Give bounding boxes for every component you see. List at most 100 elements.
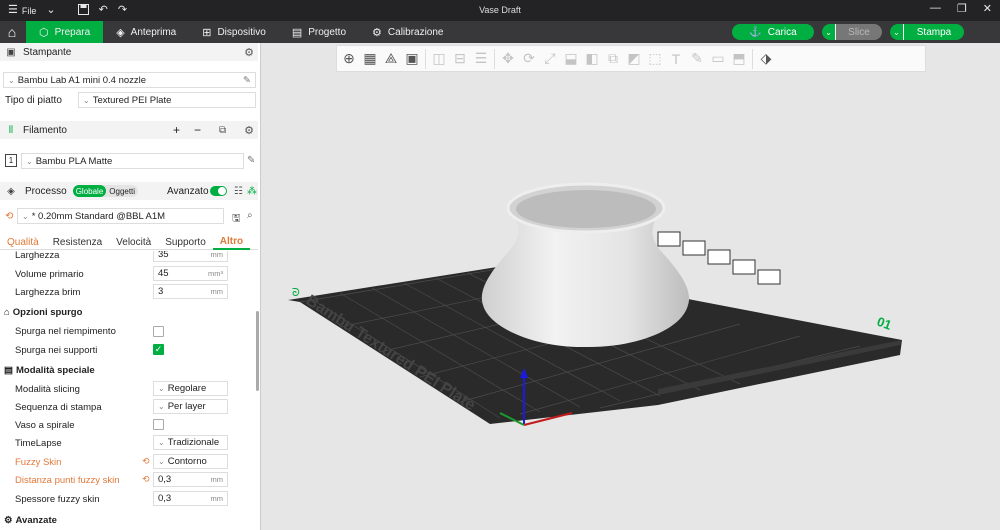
purge-support-checkbox[interactable]: ✓ [153, 344, 164, 355]
add-object-icon[interactable]: ⊕ [339, 49, 359, 69]
printer-settings-gear-icon[interactable]: ⚙ [244, 46, 254, 59]
filament-select[interactable]: ⌄ Bambu PLA Matte [21, 153, 244, 169]
plate-type-label: Tipo di piatto [5, 95, 62, 106]
spiral-vase-checkbox[interactable] [153, 419, 164, 430]
printer-section-label: Stampante [23, 46, 72, 58]
advanced-toggle[interactable] [210, 186, 227, 196]
split-parts-icon[interactable]: ⊟ [450, 49, 470, 69]
tab-qualita[interactable]: Qualità [0, 234, 46, 250]
purge-infill-checkbox[interactable] [153, 326, 164, 337]
fuzzy-thickness-input[interactable]: 0,3 mm [153, 491, 228, 506]
process-preset-select[interactable]: ⌄ * 0.20mm Standard @BBL A1M [17, 208, 224, 224]
setting-label: Fuzzy Skin [15, 457, 62, 468]
scene-svg: Bambu Textured PEI Plate 01 ᘐ [288, 182, 902, 426]
purge-group-label: Opzioni spurgo [12, 307, 83, 318]
toolbar-divider [425, 48, 426, 69]
print-sequence-select[interactable]: ⌄ Per layer [153, 399, 228, 414]
tab-altro[interactable]: Altro [212, 234, 251, 250]
measure-icon[interactable]: ▭ [708, 49, 728, 69]
edit-filament-icon[interactable]: ✎ [247, 155, 255, 166]
slicing-mode-select[interactable]: ⌄ Regolare [153, 381, 228, 396]
lay-on-face-icon[interactable]: ⬓ [561, 49, 581, 69]
add-filament-icon[interactable]: + [173, 123, 180, 137]
boolean-icon[interactable]: ⧉ [603, 49, 623, 69]
chevron-down-icon: ⌄ [158, 457, 165, 466]
assembly-icon[interactable]: ⬒ [729, 49, 749, 69]
tab-resistenza[interactable]: Resistenza [46, 234, 109, 250]
color-paint-icon[interactable]: ✎ [687, 49, 707, 69]
rotate-icon[interactable]: ⟳ [519, 49, 539, 69]
process-compare-icon[interactable]: ⁂ [247, 186, 257, 197]
process-list-icon[interactable]: ☷ [234, 186, 243, 197]
plate-tool-button[interactable] [657, 231, 681, 247]
save-preset-icon[interactable]: 🖫 [232, 211, 241, 228]
toolbar-divider [752, 48, 753, 69]
move-icon[interactable]: ✥ [498, 49, 518, 69]
larghezza-input[interactable]: 35 mm [153, 251, 228, 262]
filament-settings-gear-icon[interactable]: ⚙ [244, 124, 254, 137]
home-icon[interactable]: ⌂ [0, 21, 24, 43]
tab-supporto[interactable]: Supporto [158, 234, 213, 250]
project-icon: ▤ [291, 26, 303, 39]
device-icon: ⊞ [202, 26, 212, 39]
search-icon[interactable]: ⌕ [247, 210, 253, 221]
tab-progetto[interactable]: ▤ Progetto [279, 21, 359, 43]
split-objects-icon[interactable]: ◫ [429, 49, 449, 69]
load-button[interactable]: ⚓ Carica [732, 24, 814, 40]
view-mode-icon[interactable]: ⬗ [756, 49, 776, 69]
layers-editing-icon[interactable]: ☰ [471, 49, 491, 69]
toggle-objects[interactable]: Oggetti [106, 185, 138, 197]
text-icon[interactable]: T [666, 49, 686, 69]
anchor-icon: ⚓ [749, 26, 762, 38]
tab-label: Calibrazione [387, 26, 444, 38]
plate-tool-button[interactable] [682, 240, 706, 256]
brim-input[interactable]: 3 mm [153, 284, 228, 299]
close-icon[interactable]: ✕ [983, 2, 992, 15]
arrange-icon[interactable]: ▣ [402, 49, 422, 69]
minimize-icon[interactable]: — [930, 2, 941, 15]
special-group-label: Modalità speciale [15, 365, 95, 376]
setting-label: Distanza punti fuzzy skin [15, 475, 120, 486]
seam-paint-icon[interactable]: ⬚ [645, 49, 665, 69]
tab-velocita[interactable]: Velocità [109, 234, 158, 250]
fuzzy-distance-input[interactable]: 0,3 mm [153, 472, 228, 487]
filament-sync-icon[interactable]: ⧉ [219, 125, 226, 136]
reset-icon[interactable]: ⟲ [142, 474, 150, 485]
slice-button[interactable]: Slice [836, 24, 882, 40]
plate-tool-button[interactable] [757, 269, 781, 285]
edit-icon[interactable]: ✎ [243, 75, 251, 86]
add-plate-icon[interactable]: ▦ [360, 49, 380, 69]
reset-icon[interactable]: ⟲ [142, 456, 150, 467]
tab-prepara[interactable]: ⬡ Prepara [26, 21, 104, 43]
process-section-header: ◈ Processo Globale Oggetti Avanzato ☷ ⁂ [0, 182, 258, 200]
process-scope-toggle[interactable]: Globale Oggetti [72, 185, 139, 197]
auto-orient-icon[interactable]: ⟁ [381, 49, 401, 69]
printer-select[interactable]: ⌄ Bambu Lab A1 mini 0.4 nozzle ✎ [3, 72, 256, 88]
scale-icon[interactable]: ⤢ [540, 49, 560, 69]
tab-anteprima[interactable]: ◈ Anteprima [103, 21, 189, 43]
print-button[interactable]: Stampa [904, 24, 964, 40]
toggle-global[interactable]: Globale [72, 185, 107, 197]
restore-icon[interactable]: ❐ [957, 2, 967, 15]
checkmark-icon: ✓ [154, 344, 163, 354]
advanced-group-label: Avanzate [15, 515, 57, 526]
tab-dispositivo[interactable]: ⊞ Dispositivo [189, 21, 279, 43]
fuzzy-skin-select[interactable]: ⌄ Contorno [153, 454, 228, 469]
chevron-down-icon: ⌄ [22, 211, 29, 221]
cut-icon[interactable]: ◧ [582, 49, 602, 69]
print-dropdown-chevron-icon[interactable]: ⌄ [890, 24, 904, 40]
slice-dropdown-chevron-icon[interactable]: ⌄ [822, 24, 836, 40]
tab-calibrazione[interactable]: ⚙ Calibrazione [359, 21, 456, 43]
reset-icon[interactable]: ⟲ [5, 211, 13, 222]
setting-label: Volume primario [15, 269, 84, 280]
plate-tool-button[interactable] [732, 259, 756, 275]
remove-filament-icon[interactable]: − [194, 123, 201, 137]
panel-scrollbar[interactable] [256, 311, 259, 391]
unit-label: mm [210, 475, 224, 484]
timelapse-select[interactable]: ⌄ Tradizionale [153, 435, 228, 450]
plate-type-select[interactable]: ⌄ Textured PEI Plate [78, 92, 256, 108]
3d-viewport[interactable]: Bambu Textured PEI Plate 01 ᘐ [262, 73, 1000, 530]
volume-input[interactable]: 45 mm³ [153, 266, 228, 281]
support-paint-icon[interactable]: ◩ [624, 49, 644, 69]
plate-tool-button[interactable] [707, 249, 731, 265]
